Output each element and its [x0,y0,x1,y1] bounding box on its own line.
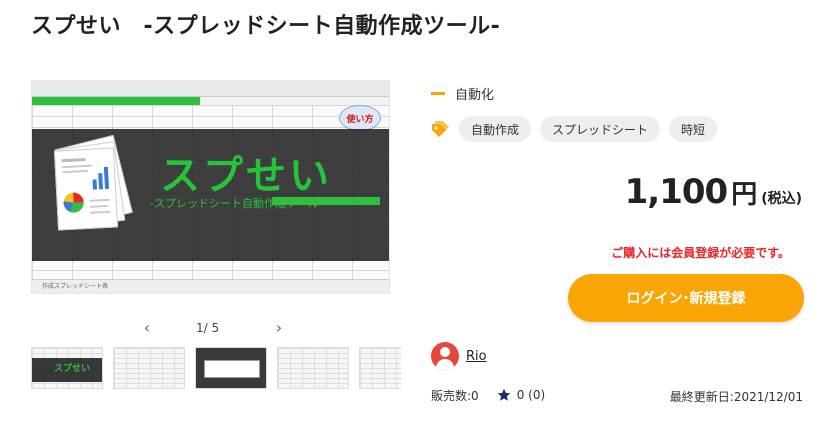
spreadsheet-toolbar [32,81,389,97]
price-tax-note: (税込) [761,191,802,207]
tag-item[interactable]: スプレッドシート [540,116,661,142]
sales-stats: 販売数:0 0 (0) [431,386,545,404]
spreadsheet-tab: 作成スプレッドシート表 [32,279,389,293]
chevron-left-icon[interactable]: ‹ [140,318,154,337]
membership-notice: ご購入には会員登録が必要です。 [611,246,790,260]
thumbnail-5[interactable] [359,347,401,389]
thumbnail-hero-text: スプせい [54,364,91,374]
tag-item[interactable]: 時短 [669,116,718,142]
login-register-button[interactable]: ログイン･新規登録 [568,274,804,322]
last-updated: 最終更新日:2021/12/01 [669,390,803,404]
price: 1,100 円 (税込) [625,172,802,212]
thumbnail-2[interactable] [113,347,185,389]
tag-icon [432,121,449,137]
category-dash-icon [431,91,445,95]
gallery-pager: ‹ 1/ 5 › [140,318,286,338]
chevron-right-icon[interactable]: › [272,318,286,337]
thumbnail-1[interactable]: スプせい [31,347,103,389]
page-title: スプせい -スプレッドシート自動作成ツール- [31,14,501,39]
document-illustration-icon [50,134,133,239]
sales-count: 販売数:0 [431,388,479,403]
category-label: 自動化 [455,87,495,103]
thumbnail-strip: スプせい [31,347,401,391]
page-counter: 1/ 5 [196,321,220,335]
price-currency: 円 [731,180,758,210]
spreadsheet-green-cell [272,197,380,205]
thumbnail-4[interactable] [277,347,349,389]
product-main-image[interactable]: 使い方 スプせい -スプレッドシート自動作成ツール- 作成スプレッドシート表 [31,80,390,294]
spreadsheet-header-row [32,97,200,105]
tag-list: 自動作成 スプレッドシート 時短 [431,116,726,142]
price-amount: 1,100 [624,172,729,212]
usage-bubble: 使い方 [339,105,381,131]
category[interactable]: 自動化 [431,83,494,103]
avatar [431,342,459,370]
author-name[interactable]: Rio [466,349,487,364]
rating-count: 0 (0) [516,388,546,402]
hero-title: スプせい [160,153,332,199]
thumbnail-3[interactable] [195,347,267,389]
tag-item[interactable]: 自動作成 [459,116,532,142]
author-link[interactable]: Rio [431,342,487,370]
star-icon [497,388,510,401]
